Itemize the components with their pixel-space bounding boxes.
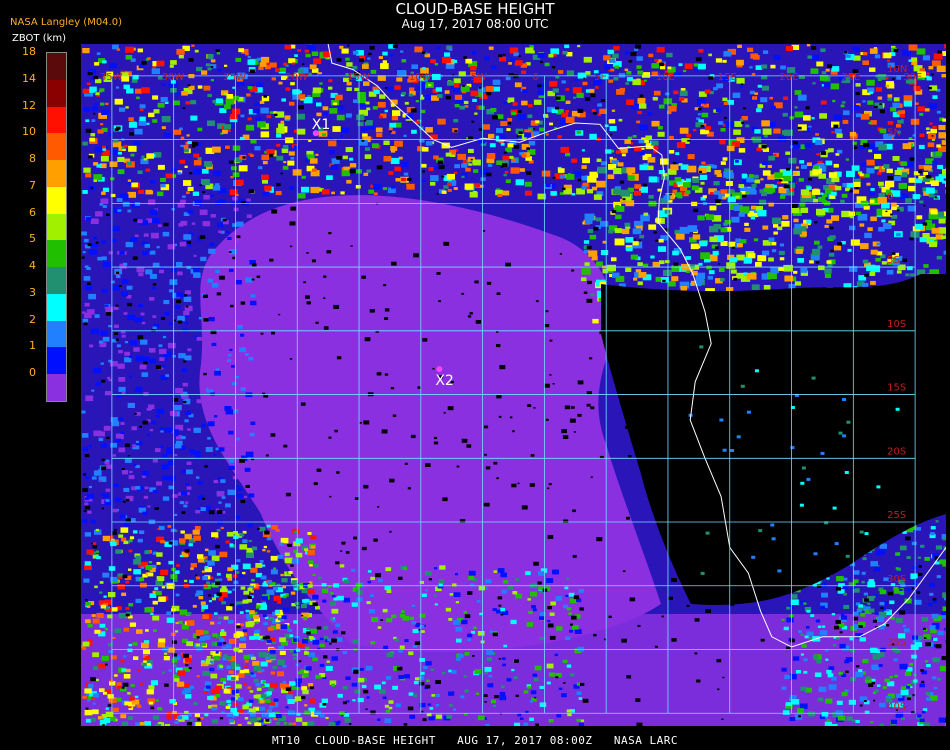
lon-tick-label: 0 xyxy=(532,72,538,83)
legend-tick-label: 3 xyxy=(29,285,36,299)
color-legend xyxy=(46,52,67,402)
footer-caption: MT10 CLOUD-BASE HEIGHT AUG 17, 2017 08:0… xyxy=(272,734,678,747)
lat-tick-label: 10N xyxy=(887,64,907,75)
legend-swatch xyxy=(47,347,66,375)
lon-tick-label: 25E xyxy=(841,72,860,83)
lat-tick-label: 30S xyxy=(887,574,906,585)
legend-unit-label: ZBOT (km) xyxy=(12,33,67,44)
lat-tick-label: 10S xyxy=(887,319,906,330)
lat-tick-label: 20S xyxy=(887,446,906,457)
lon-tick-label: 5W xyxy=(471,72,487,83)
legend-swatch xyxy=(47,374,66,402)
legend-tick-label: 8 xyxy=(29,152,36,166)
legend-swatch xyxy=(47,79,66,108)
legend-tick-label: 7 xyxy=(29,178,36,192)
legend-tick-label: 5 xyxy=(29,232,36,246)
legend-swatch xyxy=(47,186,66,215)
legend-tick-label: 18 xyxy=(22,45,36,58)
lon-tick-label: 15W xyxy=(347,72,370,83)
lon-tick-label: 10W xyxy=(409,72,432,83)
legend-tick-label: 14 xyxy=(22,71,36,85)
legend-tick-label: 6 xyxy=(29,205,36,219)
lon-tick-label: 10E xyxy=(656,72,675,83)
lon-tick-label: 20E xyxy=(780,72,799,83)
lat-tick-label: 35S xyxy=(887,638,906,649)
page-title: CLOUD-BASE HEIGHT xyxy=(395,0,555,18)
legend-swatch xyxy=(47,240,66,268)
legend-swatch xyxy=(47,133,66,161)
lat-tick-label: 0 xyxy=(887,191,893,202)
lon-tick-label: 5E xyxy=(594,72,607,83)
lon-tick-label: 15E xyxy=(718,72,737,83)
legend-swatch xyxy=(47,293,66,322)
legend-swatch xyxy=(47,213,66,241)
legend-tick-label: 1 xyxy=(29,339,36,353)
legend-swatch xyxy=(47,267,66,295)
lon-tick-label: 25W xyxy=(223,72,246,83)
legend-swatch xyxy=(47,320,66,348)
legend-tick-label: 4 xyxy=(29,259,36,273)
cloud-map-svg: 35W 30W 25W 20W 15W 10W 5W 0 5E 10E 15E 20E 25E 30E10… xyxy=(81,43,950,730)
lat-tick-label: 15S xyxy=(887,383,906,394)
legend-tick-label: 10 xyxy=(22,125,36,139)
legend-swatch xyxy=(47,53,66,81)
cloud-map[interactable]: 35W 30W 25W 20W 15W 10W 5W 0 5E 10E 15E 20E 25E 30E 10… xyxy=(81,43,950,730)
lat-tick-label: 5S xyxy=(887,255,900,266)
marker-label: X2 xyxy=(435,373,454,389)
marker-dot xyxy=(436,366,443,373)
legend-swatch xyxy=(47,106,66,134)
lon-tick-label: 20W xyxy=(285,72,308,83)
marker-label: X1 xyxy=(312,117,331,133)
lat-tick-label: 25S xyxy=(887,510,906,521)
legend-tick-label: 0 xyxy=(29,366,36,380)
satellite-image-page: CLOUD-BASE HEIGHT Aug 17, 2017 08:00 UTC… xyxy=(0,0,950,750)
lat-tick-label: 5N xyxy=(887,128,901,139)
lon-tick-label: 35W xyxy=(100,72,123,83)
lat-tick-label: 40S xyxy=(887,701,906,712)
lon-tick-label: 30W xyxy=(162,72,185,83)
organization-label: NASA Langley (M04.0) xyxy=(10,17,122,28)
legend-tick-label: 12 xyxy=(22,98,36,112)
legend-swatch xyxy=(47,160,66,188)
legend-tick-label: 2 xyxy=(29,312,36,326)
page-subtitle: Aug 17, 2017 08:00 UTC xyxy=(401,17,549,31)
